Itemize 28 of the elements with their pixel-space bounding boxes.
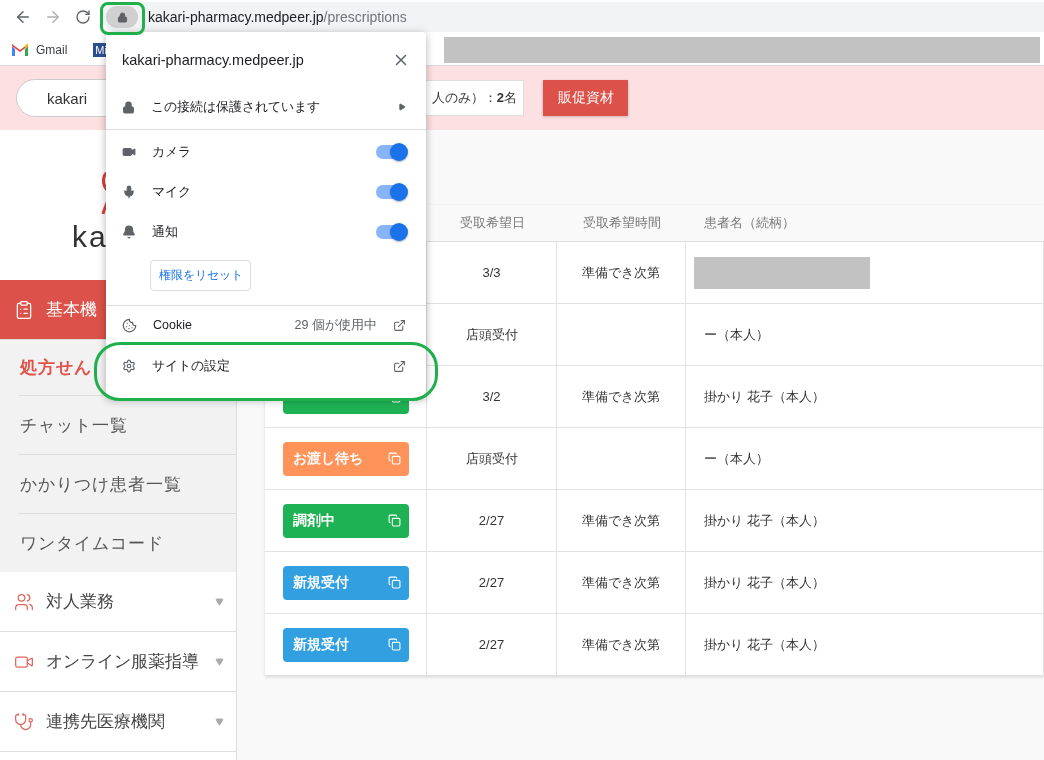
table-cell: 準備でき次第 xyxy=(557,552,686,614)
column-header: 患者名（続柄） xyxy=(704,214,795,232)
table-cell: 2/27 xyxy=(427,614,557,676)
column-header: 受取希望日 xyxy=(459,214,525,232)
logo-text: ka xyxy=(72,222,108,252)
table-cell: 掛かり 花子（本人） xyxy=(704,511,825,530)
table-cell: 2/27 xyxy=(427,552,557,614)
table-cell: 準備でき次第 xyxy=(557,242,686,304)
popup-title: kakari-pharmacy.medpeer.jp xyxy=(122,51,304,68)
table-cell: 3/3 xyxy=(427,242,557,304)
permission-label: マイク xyxy=(152,183,192,201)
table-cell: 掛かり 花子（本人） xyxy=(704,635,825,654)
table-cell: 店頭受付 xyxy=(427,428,557,490)
table-cell: ー（本人） xyxy=(704,449,769,468)
cookie-count: 29 個が使用中 xyxy=(294,316,377,334)
table-cell: 準備でき次第 xyxy=(557,614,686,676)
table-cell: 準備でき次第 xyxy=(557,490,686,552)
table-cell: 店頭受付 xyxy=(427,304,557,366)
table-cell: 3/2 xyxy=(427,366,557,428)
table-cell: 2/27 xyxy=(427,490,557,552)
table-cell: ー（本人） xyxy=(704,325,769,344)
column-header: 受取希望時間 xyxy=(582,214,661,232)
url-text: kakari-pharmacy.medpeer.jp/prescriptions xyxy=(148,9,407,25)
table-cell: 掛かり 花子（本人） xyxy=(704,387,825,406)
table-cell: 準備でき次第 xyxy=(557,366,686,428)
permission-label: カメラ xyxy=(152,143,192,161)
permission-label: 通知 xyxy=(152,223,179,241)
table-cell: 掛かり 花子（本人） xyxy=(704,573,825,592)
